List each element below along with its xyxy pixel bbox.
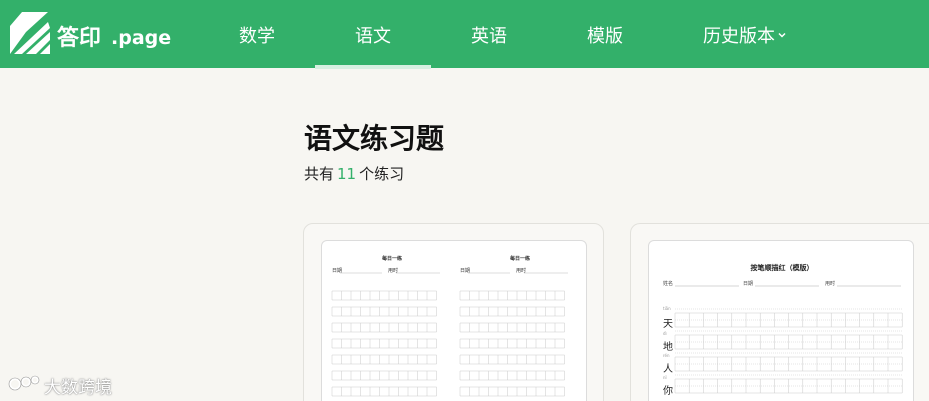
exercise-count: 共有 11 个练习 <box>304 163 404 184</box>
brand-name[interactable]: 答印 .page <box>57 20 171 52</box>
chevron-down-icon <box>778 32 786 38</box>
preview-practice-grid <box>674 285 903 394</box>
page-title: 语文练习题 <box>304 122 445 155</box>
book-pages-icon[interactable] <box>8 8 52 56</box>
exercise-preview: 按笔顺描红（模版） 姓名 日期 用时 tiān 天 dì 地 rén 人 nǐ … <box>648 240 914 401</box>
brand-logo-icon <box>8 375 40 391</box>
exercise-preview: 每日一练 每日一练 日期 用时 日期 用时 <box>321 240 587 401</box>
nav-item-history-label: 历史版本 <box>703 26 775 47</box>
nav-item-math[interactable]: 数学 <box>239 22 275 48</box>
nav-item-history[interactable]: 历史版本 <box>703 22 786 48</box>
nav-item-templates[interactable]: 模版 <box>587 22 623 48</box>
brand-name-cn: 答印 <box>57 26 102 51</box>
count-suffix: 个练习 <box>359 165 405 183</box>
preview-grid <box>331 272 568 397</box>
top-nav: 答印 .page 数学 语文 英语 模版 历史版本 <box>0 0 929 69</box>
brand-name-en: .page <box>111 27 172 49</box>
count-number: 11 <box>337 165 357 183</box>
nav-item-english[interactable]: 英语 <box>471 22 507 48</box>
count-prefix: 共有 <box>304 165 335 183</box>
nav-item-chinese[interactable]: 语文 <box>355 22 391 48</box>
exercise-card[interactable]: 按笔顺描红（模版） 姓名 日期 用时 tiān 天 dì 地 rén 人 nǐ … <box>630 223 929 401</box>
nav-active-indicator <box>315 65 431 69</box>
watermark-text: 大数跨境 <box>44 378 112 398</box>
exercise-card[interactable]: 每日一练 每日一练 日期 用时 日期 用时 <box>303 223 604 401</box>
